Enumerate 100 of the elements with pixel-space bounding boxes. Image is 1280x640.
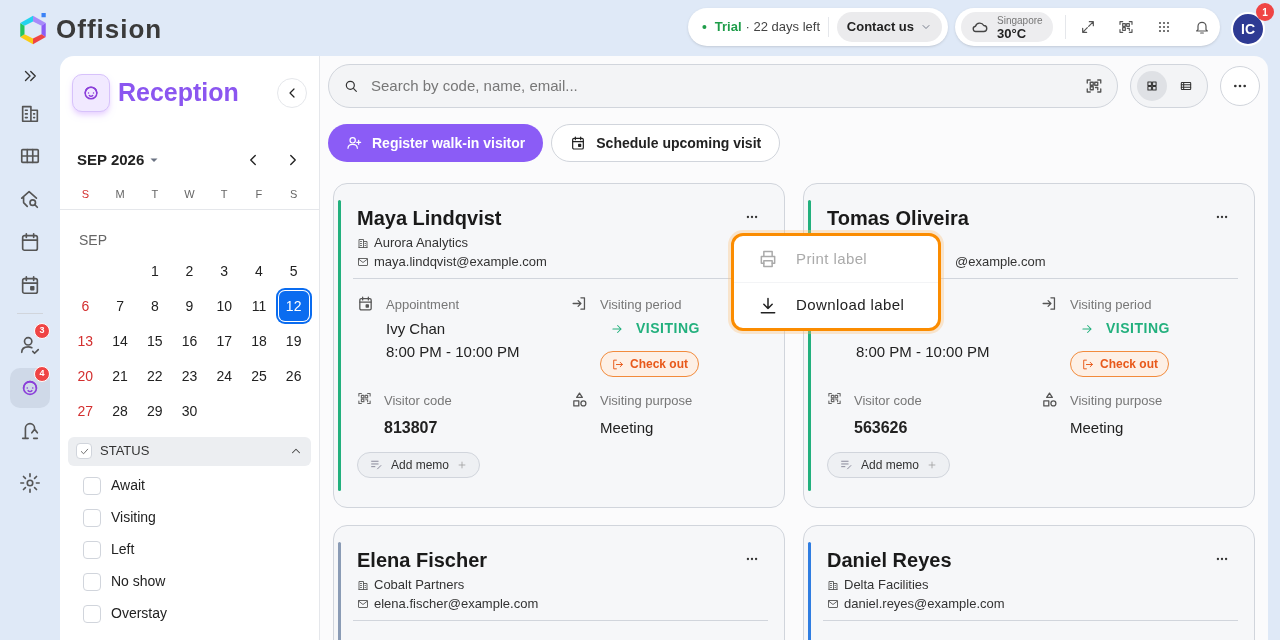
calendar-day[interactable]: 18 — [243, 326, 274, 356]
mail-icon — [357, 597, 369, 610]
qr-scan-icon[interactable] — [1118, 19, 1134, 35]
contact-button[interactable]: Contact us — [836, 12, 942, 42]
weekday-label: T — [220, 187, 228, 202]
calendar-day[interactable]: 1 — [139, 256, 170, 286]
view-option[interactable] — [1137, 71, 1167, 101]
calendar-day[interactable]: 19 — [278, 326, 309, 356]
calendar-day[interactable]: 25 — [243, 361, 274, 391]
plus-icon — [927, 459, 938, 470]
visitor-code-label: Visitor code — [854, 392, 922, 410]
status-option-label[interactable]: Overstay — [111, 603, 167, 624]
calendar-day[interactable]: 2 — [174, 256, 205, 286]
calendar-icon — [357, 295, 374, 312]
search-bar[interactable]: Search by code, name, email... — [328, 64, 1118, 108]
calendar-day[interactable]: 17 — [209, 326, 240, 356]
calendar-day[interactable]: 24 — [209, 361, 240, 391]
company-name: Cobalt Partners — [374, 575, 465, 594]
visiting-period-label: Visiting period — [1070, 296, 1152, 313]
checkbox[interactable] — [76, 443, 92, 459]
checkbox[interactable] — [83, 572, 101, 591]
checkbox[interactable] — [83, 508, 101, 527]
calendar-day[interactable]: 14 — [105, 326, 136, 356]
month-dropdown[interactable]: SEP 2026 — [77, 148, 161, 172]
calendar-day[interactable]: 13 — [70, 326, 101, 356]
status-option-label[interactable]: No show — [111, 571, 166, 592]
calendar-day[interactable]: 21 — [105, 361, 136, 391]
visitor-card[interactable]: Maya Lindqvist Aurora Analytics maya.lindqvist@example.com Appointment Ivy Chan 8:00 PM - 10:00 PM Visiting period VISITING Check out Visitor code 813807 Visiting purpose Meeting Add memo — [333, 183, 785, 508]
grid-view-icon — [1145, 79, 1159, 93]
weather-widget[interactable]: Singapore 30°C — [961, 12, 1054, 42]
notification-badge: 1 — [1256, 3, 1274, 21]
memo-icon — [370, 458, 383, 471]
add-memo-button[interactable]: Add memo — [827, 451, 951, 478]
building-icon — [827, 578, 839, 591]
checkbox[interactable] — [83, 476, 101, 495]
checkbox[interactable] — [83, 604, 101, 623]
house-search-icon — [19, 188, 41, 210]
calendar-day[interactable]: 7 — [105, 291, 136, 321]
nav-item[interactable]: 4 — [10, 368, 50, 408]
calendar-day[interactable]: 5 — [278, 256, 309, 286]
weekday-label: W — [184, 187, 195, 202]
calendar-day[interactable]: 30 — [174, 396, 205, 426]
weekday-label: F — [255, 187, 263, 202]
checkbox[interactable] — [83, 540, 101, 559]
calendar-day[interactable]: 10 — [209, 291, 240, 321]
calendar-day[interactable]: 12 — [278, 291, 309, 321]
apps-grid-icon[interactable] — [1156, 19, 1172, 35]
add-memo-button[interactable]: Add memo — [357, 451, 481, 478]
calendar-day[interactable]: 28 — [105, 396, 136, 426]
calendar-day[interactable]: 8 — [139, 291, 170, 321]
visitor-card[interactable]: Elena Fischer Cobalt Partners elena.fischer@example.com — [333, 525, 785, 640]
calendar-day[interactable]: 6 — [70, 291, 101, 321]
visiting-purpose: Meeting — [600, 417, 655, 438]
calendar-day[interactable]: 23 — [174, 361, 205, 391]
status-option-label[interactable]: Await — [111, 475, 145, 496]
visitor-code-label: Visitor code — [384, 392, 452, 410]
mail-icon — [827, 597, 839, 610]
weather-temperature: 30°C — [997, 27, 1028, 40]
qr-code-icon — [357, 391, 372, 406]
qr-scan-icon[interactable] — [1085, 77, 1103, 95]
weather-city: Singapore — [997, 14, 1043, 27]
email-text: elena.fischer@example.com — [374, 594, 539, 613]
weekday-label: T — [151, 187, 159, 202]
search-icon — [343, 78, 359, 94]
calendar-day[interactable]: 22 — [139, 361, 170, 391]
email-text: @example.com — [955, 252, 1046, 271]
schedule-button[interactable]: Schedule upcoming visit — [551, 124, 781, 162]
calendar-day[interactable]: 4 — [243, 256, 274, 286]
enter-icon — [571, 295, 588, 312]
calendar-day[interactable]: 27 — [70, 396, 101, 426]
notification-bell-icon[interactable] — [1194, 19, 1210, 35]
sidebar-title: Reception — [118, 77, 239, 109]
calendar-day[interactable]: 29 — [139, 396, 170, 426]
register-button[interactable]: Register walk-in visitor — [328, 124, 544, 162]
calendar-day[interactable]: 3 — [209, 256, 240, 286]
menu-item[interactable]: Download label — [734, 282, 938, 328]
visiting-purpose-label: Visiting purpose — [1070, 392, 1163, 410]
search-field[interactable]: Search by code, name, email... — [371, 74, 1073, 98]
memo-icon — [840, 458, 853, 471]
days-left-text: · 22 days left — [745, 18, 820, 37]
weekday-label: S — [289, 187, 298, 202]
calendar-day[interactable]: 26 — [278, 361, 309, 391]
status-option-label[interactable]: Left — [111, 539, 135, 560]
user-plus-icon — [346, 135, 362, 151]
visitor-card[interactable]: Daniel Reyes Delta Facilities daniel.reyes@example.com — [803, 525, 1255, 640]
visit-status: VISITING — [1106, 319, 1170, 338]
download-icon — [758, 295, 778, 316]
visiting-period-label: Visiting period — [600, 296, 682, 313]
calendar-day[interactable]: 11 — [243, 291, 274, 321]
status-option-label[interactable]: Visiting — [111, 507, 156, 528]
calendar-day[interactable]: 16 — [174, 326, 205, 356]
printer-icon — [758, 249, 778, 269]
expand-icon[interactable] — [1080, 19, 1096, 35]
calendar-day[interactable]: 15 — [139, 326, 170, 356]
nav-item[interactable]: 3 — [10, 325, 50, 365]
filter-header[interactable]: STATUS — [68, 436, 311, 466]
calendar-day[interactable]: 9 — [174, 291, 205, 321]
visiting-purpose-label: Visiting purpose — [600, 392, 693, 410]
appointment-time: 8:00 PM - 10:00 PM — [856, 342, 990, 362]
calendar-day[interactable]: 20 — [70, 361, 101, 391]
